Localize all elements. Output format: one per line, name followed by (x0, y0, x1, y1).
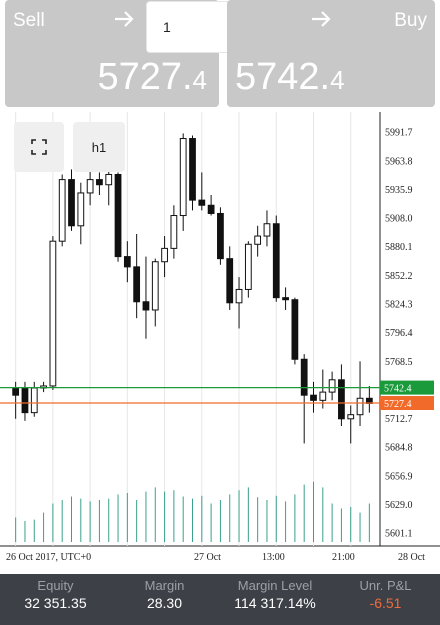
candle-body (49, 240, 57, 387)
margin-level-value: 114 317.14% (234, 595, 316, 611)
candle-body (328, 379, 336, 393)
price-tick-label: 5712.7 (385, 414, 413, 425)
buy-label: Buy (394, 10, 427, 31)
margin-label: Margin (144, 578, 185, 593)
price-tick-label: 5852.2 (385, 271, 413, 282)
time-tick-label: 27 Oct (194, 552, 221, 563)
equity-label: Equity (37, 578, 74, 593)
price-tick-label: 5656.9 (385, 471, 413, 482)
candle-body (30, 387, 38, 414)
buy-price-main: 5742. (235, 56, 331, 98)
margin: Margin 28.30 (122, 578, 207, 611)
candle-body (291, 299, 299, 360)
margin-level: Margin Level 114 317.14% (220, 578, 330, 611)
candle-body (58, 179, 66, 242)
trade-header: Sell 5727.4 1 Buy 5742.4 (0, 0, 440, 112)
unrealized-pnl: Unr. P&L -6.51 (343, 578, 428, 611)
candle-body (12, 387, 20, 396)
candle-body (123, 256, 131, 268)
candle-body (142, 301, 150, 311)
margin-value: 28.30 (146, 595, 183, 611)
time-tick-label: 26 Oct 2017, UTC+0 (6, 552, 91, 563)
candle-body (133, 266, 141, 303)
buy-button[interactable]: Buy 5742.4 (227, 0, 435, 107)
candle-body (68, 179, 75, 227)
candle-body (151, 261, 159, 311)
candle-body (189, 138, 196, 201)
arrow-right-icon (310, 8, 332, 37)
upl-value: -6.51 (369, 595, 402, 611)
candle-body (105, 173, 113, 186)
candle-body (254, 235, 262, 245)
equity-value: 32 351.35 (24, 595, 87, 611)
price-tick-label: 5991.7 (385, 128, 413, 139)
upl-label: Unr. P&L (359, 578, 412, 593)
candle-body (338, 379, 345, 420)
time-tick-label: 21:00 (332, 552, 355, 563)
fullscreen-icon (31, 139, 47, 155)
candle-body (235, 288, 243, 304)
time-tick-label: 13:00 (262, 552, 285, 563)
candle-body (319, 391, 327, 401)
time-tick-label: 28 Oct (398, 552, 425, 563)
candle-body (263, 223, 271, 237)
arrow-right-icon (113, 8, 135, 37)
account-summary: Equity 32 351.35 Margin 28.30 Margin Lev… (0, 574, 440, 625)
buy-price: 5742.4 (235, 56, 345, 99)
price-tick-label: 5824.3 (385, 300, 413, 311)
candle-body (226, 258, 234, 304)
candle-body (347, 414, 355, 420)
price-tick-label: 5963.8 (385, 156, 413, 167)
timeframe-button[interactable]: h1 (73, 122, 125, 172)
candle-body (310, 394, 317, 401)
candle-body (244, 243, 252, 290)
sell-label: Sell (13, 10, 45, 31)
candle-body (282, 297, 289, 301)
candle-body (77, 192, 85, 227)
price-tick-label: 5908.0 (385, 214, 413, 225)
candle-body (272, 223, 280, 299)
candle-body (114, 173, 122, 258)
candle-body (356, 397, 364, 416)
price-tick-label: 5796.4 (385, 328, 413, 339)
price-chart[interactable]: 5991.7 5963.8 5935.9 5908.0 5880.1 5852.2 5824… (0, 112, 440, 574)
candle-body (198, 199, 206, 206)
candle-body (86, 179, 94, 194)
buy-price-small: 4 (330, 65, 345, 95)
sell-price-small: 4 (192, 65, 207, 95)
sell-price: 5727.4 (97, 56, 207, 99)
price-tick-label: 5768.5 (385, 357, 413, 368)
fullscreen-button[interactable] (14, 122, 64, 172)
price-tick-label: 5629.0 (385, 500, 413, 511)
bid-price-line-label: 5727.4 (384, 399, 412, 410)
quantity-value: 1 (163, 19, 171, 35)
candle-body (179, 138, 187, 217)
candle-body (21, 387, 29, 414)
candle-body (300, 358, 308, 396)
equity: Equity 32 351.35 (8, 578, 103, 611)
candle-body (161, 247, 168, 263)
sell-price-main: 5727. (97, 56, 193, 98)
timeframe-label: h1 (91, 139, 107, 155)
price-tick-label: 5601.1 (385, 529, 413, 540)
candle-body (96, 179, 103, 186)
candle-body (217, 212, 224, 260)
candle-body (170, 215, 178, 249)
ask-price-line-label: 5742.4 (384, 384, 412, 395)
margin-level-label: Margin Level (237, 578, 313, 593)
candle-body (207, 204, 215, 214)
price-tick-label: 5880.1 (385, 242, 413, 253)
price-tick-label: 5684.8 (385, 443, 413, 454)
price-tick-label: 5935.9 (385, 185, 413, 196)
